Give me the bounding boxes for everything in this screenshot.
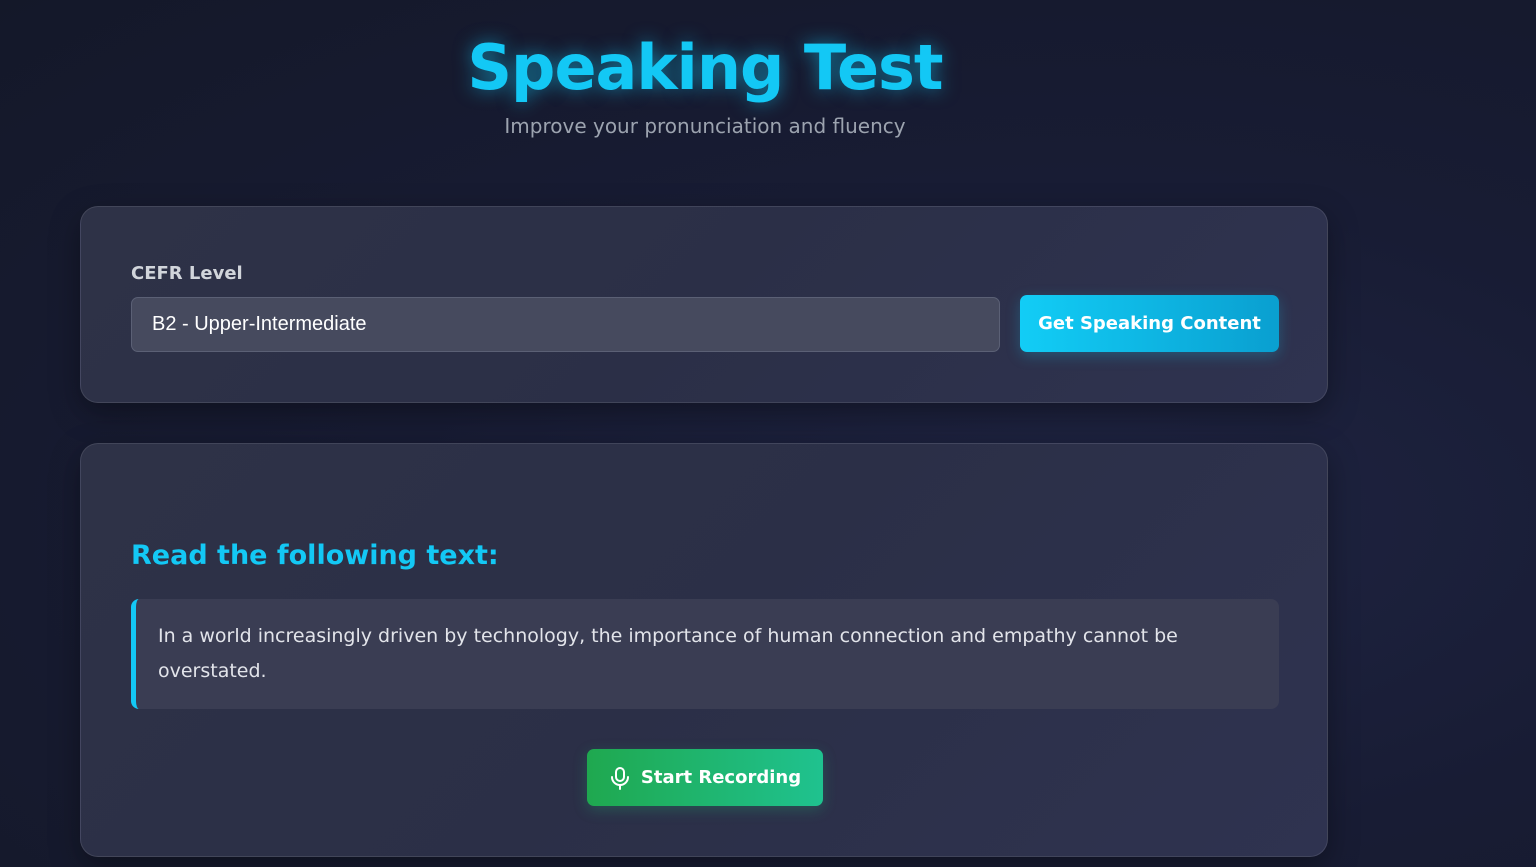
page-title: Speaking Test [467,31,943,104]
reading-text-box: In a world increasingly driven by techno… [131,599,1279,709]
start-recording-label: Start Recording [640,767,802,788]
level-selection-card: CEFR Level B2 - Upper-Intermediate Get S… [80,206,1328,403]
get-speaking-content-button[interactable]: Get Speaking Content [1020,295,1279,352]
cefr-level-selected-value: B2 - Upper-Intermediate [152,313,367,335]
microphone-icon [609,766,631,790]
cefr-level-select[interactable]: B2 - Upper-Intermediate [131,297,1000,352]
reading-text: In a world increasingly driven by techno… [158,625,1178,682]
start-recording-button[interactable]: Start Recording [587,749,823,806]
page-header: Speaking Test Improve your pronunciation… [80,28,1330,140]
reading-card: Read the following text: In a world incr… [80,443,1328,857]
page-subtitle: Improve your pronunciation and fluency [504,114,906,138]
cefr-level-label: CEFR Level [131,263,243,284]
reading-heading: Read the following text: [131,540,499,571]
